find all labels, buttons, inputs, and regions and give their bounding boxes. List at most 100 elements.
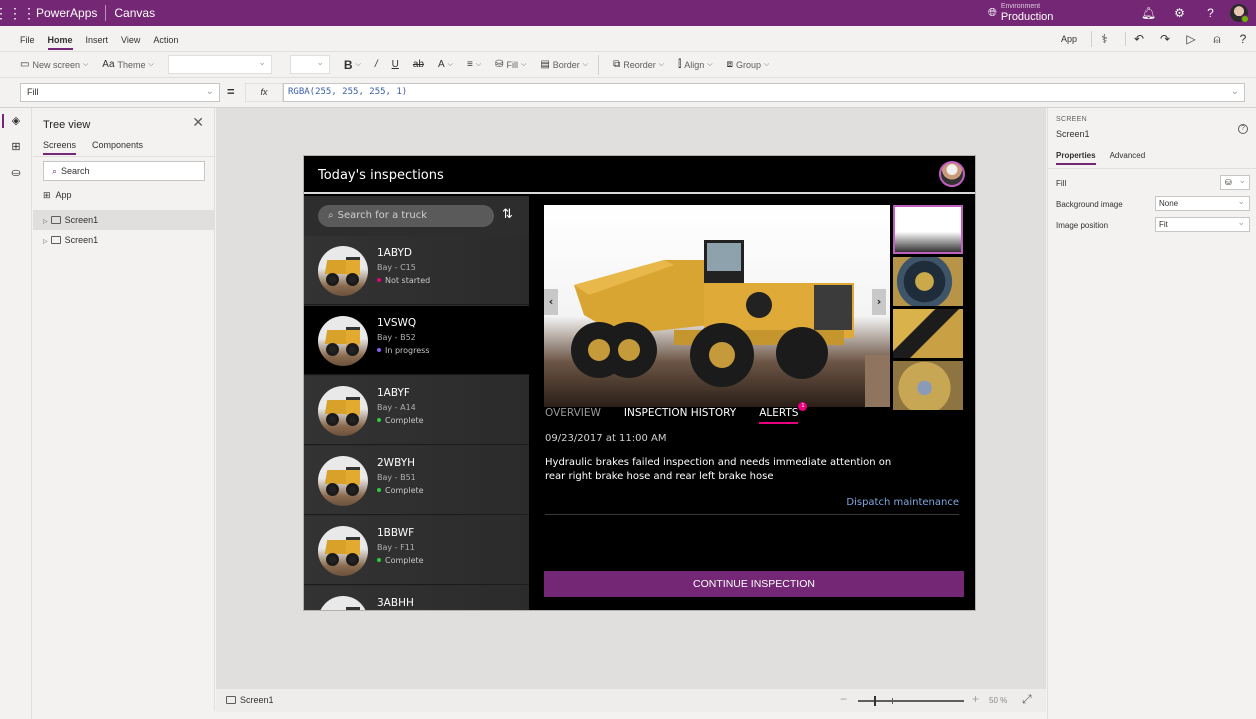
- help-icon[interactable]: ?: [1238, 124, 1248, 134]
- text-align-button[interactable]: ≡ ⌵: [467, 59, 481, 70]
- menu-home[interactable]: Home: [47, 26, 73, 52]
- zoom-slider[interactable]: [858, 696, 964, 706]
- next-image-button[interactable]: ›: [872, 289, 886, 315]
- font-family-select[interactable]: [167, 55, 272, 74]
- dispatch-maintenance-link[interactable]: Dispatch maintenance: [846, 497, 959, 508]
- truck-list-item[interactable]: 2WBYH Bay - B51 Complete: [304, 446, 529, 515]
- close-icon[interactable]: ✕: [192, 114, 204, 131]
- italic-button[interactable]: /: [375, 59, 378, 70]
- new-screen-button[interactable]: ▭ New screen ⌵: [20, 59, 88, 70]
- chevron-down-icon: ⌵: [658, 60, 665, 68]
- app-screen[interactable]: Today's inspections ⌕ Search for a truck …: [303, 155, 976, 611]
- help-icon[interactable]: ?: [1195, 6, 1226, 20]
- border-button[interactable]: ▤ Border ⌵: [540, 59, 588, 70]
- current-screen-indicator[interactable]: Screen1: [226, 695, 274, 705]
- chevron-down-icon: ⌵: [82, 60, 89, 68]
- thumbnail-wheel[interactable]: [893, 257, 963, 306]
- reorder-button[interactable]: ⧉ Reorder ⌵: [613, 59, 664, 70]
- truck-status: In progress: [377, 346, 430, 355]
- bell-icon[interactable]: 🔔︎: [1133, 6, 1164, 20]
- property-select[interactable]: Fill: [20, 83, 220, 102]
- new-screen-icon: ▭: [20, 59, 30, 70]
- truck-list-item[interactable]: 1VSWQ Bay - B52 In progress: [304, 306, 529, 375]
- database-icon[interactable]: ⛀: [0, 160, 32, 186]
- tab-inspection-history[interactable]: INSPECTION HISTORY: [624, 407, 736, 424]
- continue-inspection-button[interactable]: CONTINUE INSPECTION: [544, 571, 964, 597]
- current-screen-label: Screen1: [240, 695, 274, 705]
- app-settings-button[interactable]: App: [1047, 31, 1092, 47]
- status-dot-icon: [377, 278, 381, 282]
- chevron-down-icon: ⌵: [447, 60, 453, 68]
- expand-icon[interactable]: ▷: [43, 219, 48, 225]
- layers-icon[interactable]: ◈: [0, 108, 32, 134]
- menu-view[interactable]: View: [121, 26, 140, 52]
- tree-item-screen[interactable]: ▷ Screen1: [33, 210, 215, 230]
- truck-list-item[interactable]: 1BBWF Bay - F11 Complete: [304, 516, 529, 585]
- fill-color-picker[interactable]: ⛁: [1220, 174, 1250, 190]
- divider: [598, 54, 600, 75]
- menu-insert[interactable]: Insert: [86, 26, 109, 52]
- fit-to-window-icon[interactable]: ⤢: [1022, 692, 1032, 707]
- reorder-icon: ⧉: [613, 59, 621, 70]
- tab-overview[interactable]: OVERVIEW: [545, 407, 601, 424]
- status-dot-icon: [377, 418, 381, 422]
- strikethrough-icon: ab: [412, 59, 424, 70]
- formula-input[interactable]: RGBA(255, 255, 255, 1): [283, 83, 1245, 102]
- tab-components[interactable]: Components: [92, 140, 143, 155]
- app-launcher-icon[interactable]: ⋮⋮⋮: [0, 0, 36, 26]
- thumbnail-brake-hose[interactable]: [893, 309, 963, 358]
- strikethrough-button[interactable]: ab: [413, 59, 424, 70]
- zoom-in-button[interactable]: +: [972, 692, 979, 706]
- brand-name[interactable]: PowerApps: [36, 6, 97, 20]
- thumbnail-truck[interactable]: [893, 205, 963, 254]
- thumbnail-axle[interactable]: [893, 361, 963, 410]
- help-icon[interactable]: ?: [1230, 32, 1256, 46]
- font-size-select[interactable]: [289, 55, 330, 74]
- chevron-down-icon: ⌵: [148, 60, 154, 68]
- share-user-icon[interactable]: ⍝: [1204, 32, 1230, 47]
- sort-icon[interactable]: ⇅: [502, 207, 513, 222]
- background-image-select[interactable]: None: [1155, 195, 1250, 211]
- stethoscope-icon[interactable]: ⚕: [1092, 32, 1126, 46]
- inspector-avatar[interactable]: [939, 161, 965, 187]
- truck-list-item[interactable]: 1ABYF Bay - A14 Complete: [304, 376, 529, 445]
- play-icon[interactable]: ▷: [1178, 32, 1204, 46]
- tree-item-screen[interactable]: ▷ Screen1: [33, 230, 215, 250]
- redo-icon[interactable]: ↷: [1152, 32, 1178, 46]
- search-placeholder: Search for a truck: [337, 210, 428, 221]
- zoom-slider-thumb[interactable]: [874, 696, 876, 706]
- search-icon: ⌕: [328, 210, 334, 221]
- truck-search-input[interactable]: ⌕ Search for a truck: [318, 205, 494, 227]
- truck-bay: Bay - F11: [377, 543, 415, 552]
- theme-button[interactable]: Aa Theme ⌵: [102, 59, 154, 70]
- group-button[interactable]: ⧈ Group ⌵: [727, 59, 770, 70]
- expand-icon[interactable]: ▷: [43, 239, 48, 245]
- previous-image-button[interactable]: ‹: [544, 289, 558, 315]
- font-color-button[interactable]: A ⌵: [438, 59, 453, 70]
- chevron-down-icon: ⌵: [521, 60, 527, 68]
- truck-list-item[interactable]: 1ABYD Bay - C15 Not started: [304, 236, 529, 305]
- fx-button[interactable]: fx: [245, 83, 283, 102]
- tab-alerts[interactable]: ALERTS 1: [759, 402, 808, 424]
- status-label: Not started: [385, 276, 431, 285]
- gear-icon[interactable]: ⚙: [1164, 6, 1195, 20]
- components-icon[interactable]: ⊞: [0, 134, 32, 160]
- fill-button[interactable]: ⛁ Fill ⌵: [495, 59, 526, 70]
- zoom-out-button[interactable]: −: [840, 692, 847, 706]
- tab-screens[interactable]: Screens: [43, 140, 77, 155]
- tree-item-app[interactable]: ⊞ App: [43, 190, 72, 201]
- underline-button[interactable]: U: [392, 59, 399, 70]
- status-label: Complete: [385, 416, 424, 425]
- menu-action[interactable]: Action: [153, 26, 178, 52]
- align-button[interactable]: ⫿ Align ⌵: [678, 59, 713, 70]
- bold-button[interactable]: B ⌵: [344, 58, 361, 72]
- image-position-select[interactable]: Fit: [1155, 216, 1250, 232]
- tab-properties[interactable]: Properties: [1056, 151, 1096, 165]
- user-avatar[interactable]: [1230, 4, 1249, 23]
- undo-icon[interactable]: ↶: [1126, 32, 1152, 46]
- truck-list-item[interactable]: 3ABHHBay - B09: [304, 586, 529, 610]
- menu-file[interactable]: File: [20, 26, 35, 52]
- environment-picker[interactable]: 🌐︎ Environment Production: [988, 0, 1053, 26]
- tree-search-input[interactable]: ⌕ Search: [43, 161, 205, 181]
- tab-advanced[interactable]: Advanced: [1110, 151, 1146, 165]
